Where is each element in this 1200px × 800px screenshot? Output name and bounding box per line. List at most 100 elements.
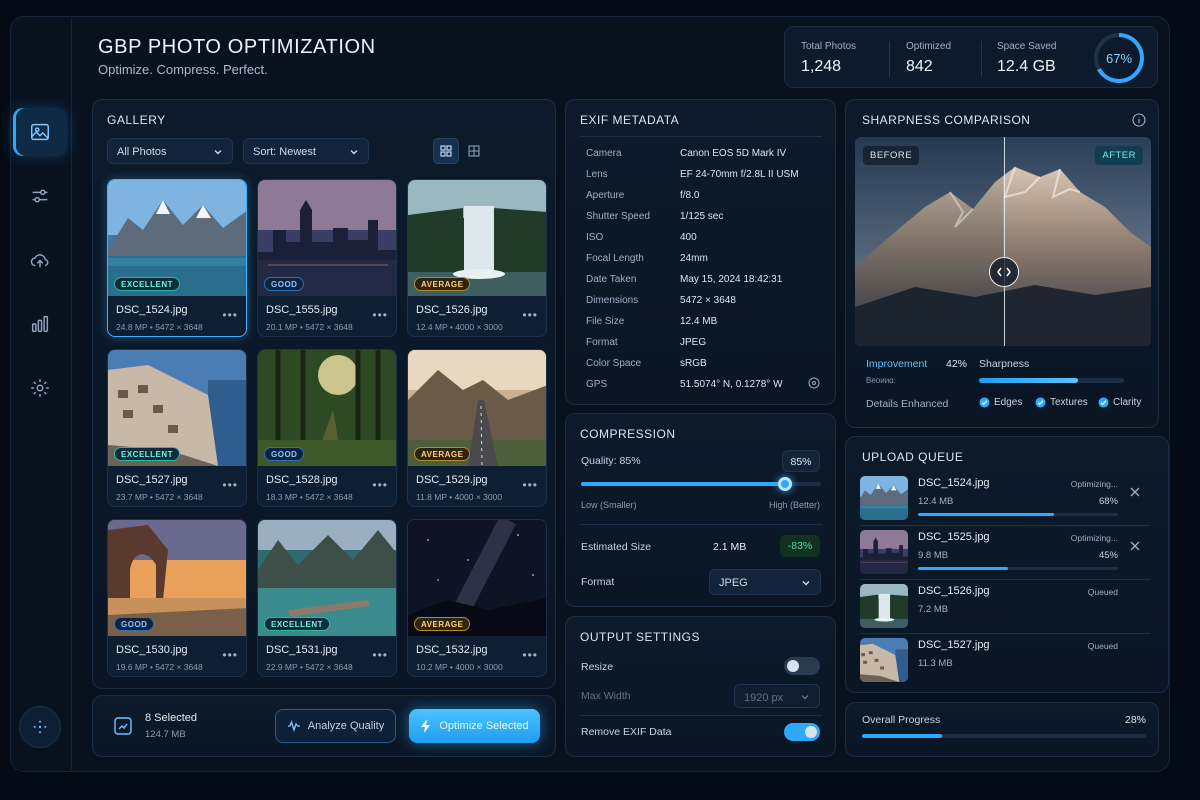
list-view-button[interactable] bbox=[461, 138, 487, 164]
exif-title: EXIF METADATA bbox=[580, 113, 680, 127]
exif-key: ISO bbox=[586, 232, 604, 243]
queue-item[interactable]: DSC_1525.jpg 9.8 MB Optimizing... 45% bbox=[860, 527, 1150, 580]
stat-total: Total Photos 1,248 bbox=[801, 41, 857, 75]
close-icon[interactable] bbox=[1130, 541, 1140, 551]
chevron-down-icon bbox=[350, 150, 358, 155]
resize-toggle[interactable] bbox=[784, 657, 820, 675]
comparison-viewer[interactable]: BEFORE AFTER bbox=[855, 137, 1151, 346]
quality-slider-track[interactable] bbox=[581, 477, 821, 491]
overall-progress-value: 28% bbox=[1124, 714, 1146, 726]
more-options-icon[interactable]: ••• bbox=[372, 308, 388, 322]
queue-item-size: 12.4 MB bbox=[918, 496, 954, 507]
remove-exif-toggle[interactable] bbox=[784, 723, 820, 741]
more-options-icon[interactable]: ••• bbox=[372, 478, 388, 492]
photo-card[interactable]: GOOD DSC_1528.jpg 18.3 MP • 5472 × 3648 … bbox=[257, 349, 397, 507]
queue-item-name: DSC_1526.jpg bbox=[918, 585, 990, 597]
more-options-icon[interactable]: ••• bbox=[522, 648, 538, 662]
sharpness-label: Sharpness bbox=[979, 358, 1030, 370]
photo-card[interactable]: EXCELLENT DSC_1527.jpg 23.7 MP • 5472 × … bbox=[107, 349, 247, 507]
page-subtitle: Optimize. Compress. Perfect. bbox=[98, 62, 268, 77]
photo-card[interactable]: AVERAGE DSC_1526.jpg 12.4 MP • 4000 × 30… bbox=[407, 179, 547, 337]
exif-value: 1/125 sec bbox=[680, 211, 724, 222]
quality-badge: AVERAGE bbox=[414, 277, 471, 291]
info-icon[interactable] bbox=[1132, 113, 1146, 127]
queue-item-size: 9.8 MB bbox=[918, 550, 949, 561]
exif-key: Color Space bbox=[586, 358, 642, 369]
comparison-handle[interactable] bbox=[989, 257, 1019, 287]
max-width-select[interactable]: 1920 px bbox=[734, 684, 820, 708]
format-label: Format bbox=[581, 576, 615, 588]
upload-queue-panel: UPLOAD QUEUE DSC_1524.jpg 12.4 MB Optimi… bbox=[845, 436, 1169, 693]
improvement-value: 42% bbox=[946, 358, 968, 370]
comparison-divider bbox=[1004, 137, 1005, 346]
photo-filename: DSC_1526.jpg bbox=[416, 304, 488, 316]
optimize-selected-button[interactable]: Optimize Selected bbox=[409, 709, 540, 743]
sidebar-item-upload[interactable] bbox=[13, 236, 67, 284]
queue-item[interactable]: DSC_1524.jpg 12.4 MB Optimizing... 68% bbox=[860, 473, 1150, 526]
filter-select[interactable]: All Photos bbox=[107, 138, 233, 164]
more-options-icon[interactable]: ••• bbox=[372, 648, 388, 662]
check-circle-icon bbox=[979, 397, 990, 408]
quality-slider-handle[interactable] bbox=[778, 477, 792, 491]
sidebar-item-move[interactable] bbox=[19, 706, 61, 748]
photo-card[interactable]: AVERAGE DSC_1529.jpg 11.8 MP • 4000 × 30… bbox=[407, 349, 547, 507]
optimization-progress-ring: 67% bbox=[1094, 33, 1144, 83]
resize-label: Resize bbox=[581, 661, 614, 673]
move-icon bbox=[33, 720, 47, 734]
exif-key: Aperture bbox=[586, 190, 625, 201]
exif-key: Focal Length bbox=[586, 253, 644, 264]
before-label: BEFORE bbox=[863, 146, 920, 165]
more-options-icon[interactable]: ••• bbox=[522, 308, 538, 322]
sharpness-title: SHARPNESS COMPARISON bbox=[862, 113, 1031, 127]
grid-view-button[interactable] bbox=[433, 138, 459, 164]
photo-card[interactable]: AVERAGE DSC_1532.jpg 10.2 MP • 4000 × 30… bbox=[407, 519, 547, 677]
max-width-label: Max Width bbox=[581, 690, 631, 702]
sidebar-item-gallery[interactable] bbox=[13, 108, 67, 156]
overall-progress-label: Overall Progress bbox=[862, 714, 941, 726]
queue-item-name: DSC_1524.jpg bbox=[918, 477, 990, 489]
exif-value: Canon EOS 5D Mark IV bbox=[680, 148, 787, 159]
quality-badge: EXCELLENT bbox=[114, 447, 181, 461]
sidebar-item-analytics[interactable] bbox=[13, 300, 67, 348]
more-options-icon[interactable]: ••• bbox=[222, 478, 238, 492]
more-options-icon[interactable]: ••• bbox=[222, 308, 238, 322]
compression-panel: COMPRESSION Quality: 85% 85% Low (Smalle… bbox=[565, 413, 836, 607]
queue-thumbnail bbox=[860, 638, 908, 682]
queue-item-status: Queued bbox=[1087, 641, 1118, 651]
queue-item-status: Queued bbox=[1087, 587, 1118, 597]
queue-thumbnail bbox=[860, 584, 908, 628]
sharpness-bar bbox=[979, 378, 1124, 383]
format-select[interactable]: JPEG bbox=[709, 569, 821, 595]
analyze-quality-button[interactable]: Analyze Quality bbox=[275, 709, 396, 743]
close-icon[interactable] bbox=[1130, 487, 1140, 497]
overall-progress-bar bbox=[862, 734, 1146, 738]
more-options-icon[interactable]: ••• bbox=[222, 648, 238, 662]
cloud-upload-icon bbox=[30, 254, 49, 268]
sidebar-item-adjust[interactable] bbox=[13, 172, 67, 220]
photo-meta: 19.6 MP • 5472 × 3648 bbox=[116, 662, 203, 672]
check-circle-icon bbox=[1098, 397, 1109, 408]
exif-value: 51.5074° N, 0.1278° W bbox=[680, 379, 783, 390]
quality-badge: EXCELLENT bbox=[264, 617, 331, 631]
queue-item[interactable]: DSC_1526.jpg 7.2 MB Queued bbox=[860, 581, 1150, 634]
queue-thumbnail bbox=[860, 476, 908, 520]
exif-key: Format bbox=[586, 337, 618, 348]
sidebar-item-settings[interactable] bbox=[13, 364, 67, 412]
queue-item-progress bbox=[918, 567, 1118, 570]
quality-value[interactable]: 85% bbox=[782, 450, 820, 472]
photo-card[interactable]: EXCELLENT DSC_1531.jpg 22.9 MP • 5472 × … bbox=[257, 519, 397, 677]
more-options-icon[interactable]: ••• bbox=[522, 478, 538, 492]
selection-icon bbox=[114, 717, 132, 735]
photo-filename: DSC_1530.jpg bbox=[116, 644, 188, 656]
queue-item[interactable]: DSC_1527.jpg 11.3 MB Queued bbox=[860, 635, 1150, 685]
exif-key: Camera bbox=[586, 148, 622, 159]
chevron-down-icon bbox=[801, 695, 809, 700]
sort-select[interactable]: Sort: Newest bbox=[243, 138, 369, 164]
exif-value: EF 24-70mm f/2.8L II USM bbox=[680, 169, 799, 180]
queue-item-name: DSC_1525.jpg bbox=[918, 531, 990, 543]
queue-item-size: 7.2 MB bbox=[918, 604, 949, 615]
location-icon[interactable] bbox=[808, 377, 820, 389]
photo-card[interactable]: EXCELLENT DSC_1524.jpg 24.8 MP • 5472 × … bbox=[107, 179, 247, 337]
photo-card[interactable]: GOOD DSC_1530.jpg 19.6 MP • 5472 × 3648 … bbox=[107, 519, 247, 677]
photo-card[interactable]: GOOD DSC_1555.jpg 20.1 MP • 5472 × 3648 … bbox=[257, 179, 397, 337]
